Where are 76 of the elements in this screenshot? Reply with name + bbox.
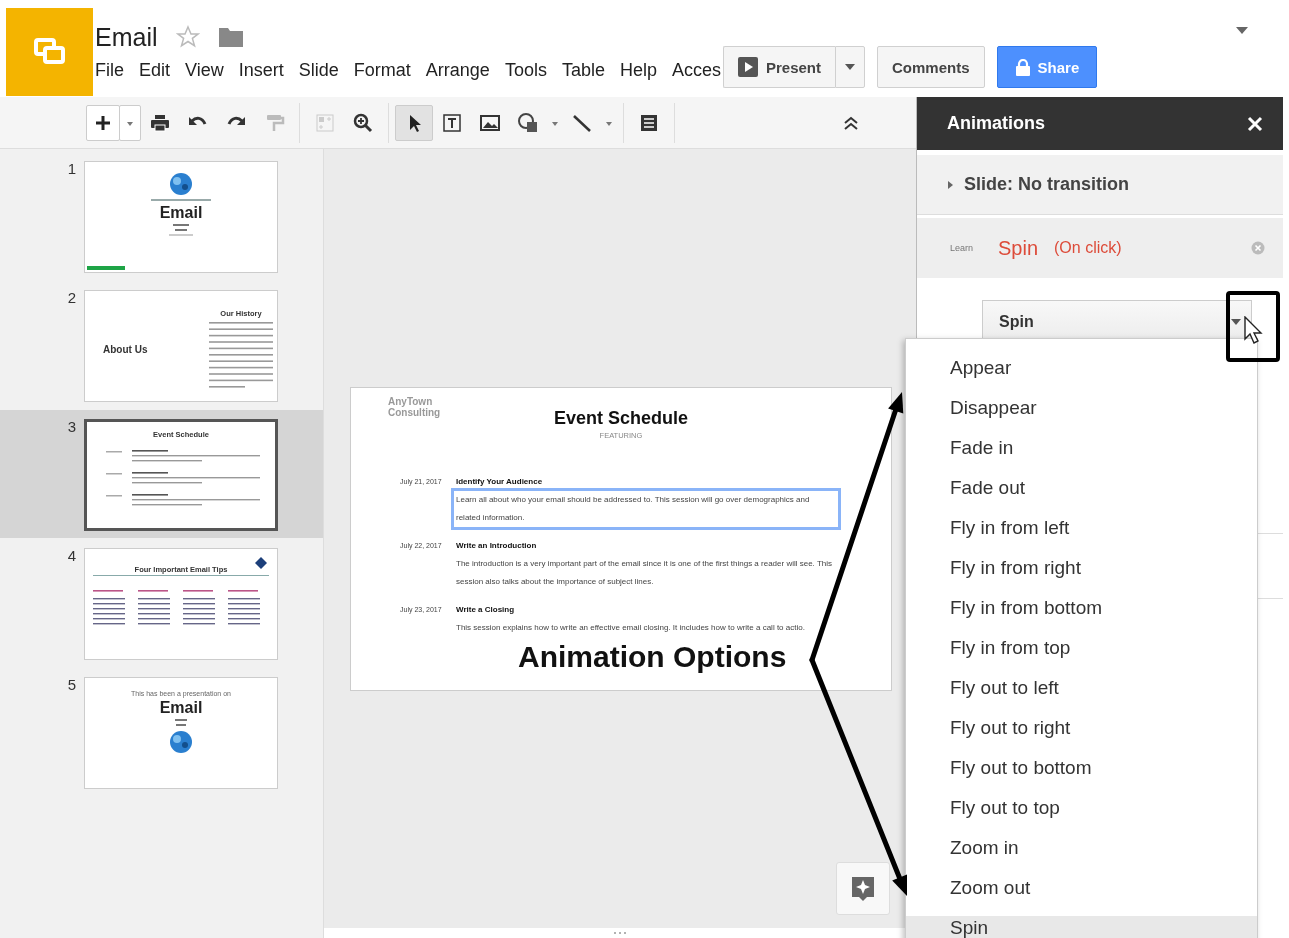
sparkle-icon — [850, 874, 876, 903]
menu-option[interactable]: Fly in from right — [906, 556, 1257, 580]
menu-item[interactable]: Tools — [504, 60, 547, 81]
slide-number: 1 — [66, 160, 78, 179]
menu-option[interactable]: Fly in from top — [906, 636, 1257, 660]
slide-title: Event Schedule — [553, 408, 688, 429]
annotation-text: Animation Options — [518, 640, 787, 674]
explore-button[interactable] — [836, 862, 890, 915]
star-icon[interactable] — [175, 25, 200, 49]
expand-arrow-icon[interactable] — [946, 179, 954, 190]
caret-icon — [1231, 318, 1241, 325]
menu-option[interactable]: Disappear — [906, 396, 1257, 420]
menu-option[interactable]: Fly out to top — [906, 796, 1257, 820]
menu-option[interactable]: Fly out to left — [906, 676, 1257, 700]
trigger-label: (On click) — [1054, 239, 1122, 257]
logo-text: AnyTown Consulting — [387, 396, 442, 420]
menu-option[interactable]: Fade out — [906, 476, 1257, 500]
slide-number: 3 — [66, 418, 78, 437]
session-description[interactable]: The introduction is a very important part of the email since it is one of the first things a reader will see. This session also talks about the importance of subject lines. — [451, 552, 841, 594]
folder-icon[interactable] — [217, 26, 244, 48]
menu-option[interactable]: Zoom in — [906, 836, 1257, 860]
lock-icon — [1015, 58, 1030, 76]
menu-option[interactable]: Zoom out — [906, 876, 1257, 900]
animation-row[interactable]: Learn Spin (On click) — [917, 218, 1283, 278]
globe-icon — [168, 172, 194, 196]
menu-item[interactable]: Slide — [298, 60, 339, 81]
effect-name: Spin — [998, 236, 1039, 260]
menu-item[interactable]: Edit — [139, 60, 171, 81]
menu-option[interactable]: Fly in from bottom — [906, 596, 1257, 620]
menu-item[interactable]: Acces — [671, 60, 721, 81]
object-name: Learn — [950, 243, 975, 253]
panel-title: Animations — [947, 113, 1045, 134]
text-lines-drawing — [169, 223, 193, 237]
diamond-icon — [255, 557, 267, 569]
slide-title: Email — [159, 204, 203, 221]
selected-text-box[interactable]: Learn all about who your email should be addressed to. This session will go over demographics and related information. — [451, 488, 841, 530]
session-title: Write a Closing — [456, 604, 516, 616]
menu-option[interactable]: Appear — [906, 356, 1257, 380]
menu-item[interactable]: Arrange — [425, 60, 490, 81]
menu-item[interactable]: View — [185, 60, 224, 81]
slide-number: 4 — [66, 547, 78, 566]
present-button[interactable]: Present — [723, 46, 836, 88]
menu-item[interactable]: File — [95, 60, 124, 81]
comments-button[interactable]: Comments — [877, 46, 985, 88]
slide-title: About Us — [103, 343, 148, 355]
slide-number: 5 — [66, 676, 78, 695]
slide-canvas[interactable] — [350, 387, 892, 691]
transition-label: Slide: No transition — [964, 174, 1129, 195]
menu-item[interactable]: Help — [619, 60, 657, 81]
slide-thumbnail[interactable]: Email — [84, 161, 278, 273]
menu-item[interactable]: Insert — [238, 60, 284, 81]
document-title[interactable]: Email — [95, 22, 158, 52]
slide-title: Email — [159, 699, 203, 716]
menu-option[interactable]: Fly in from left — [906, 516, 1257, 540]
plus-icon[interactable] — [86, 104, 120, 141]
menu-option[interactable]: Fly out to right — [906, 716, 1257, 740]
text-lines-drawing — [151, 198, 211, 202]
session-description[interactable]: This session explains how to write an effective email closing. It includes how to write a call to actio. — [451, 616, 841, 640]
menu-item[interactable]: Table — [561, 60, 605, 81]
play-icon — [738, 57, 758, 77]
close-icon[interactable] — [1247, 115, 1263, 132]
pointer-icon[interactable] — [395, 104, 433, 141]
session-title: Identify Your Audience — [456, 476, 544, 488]
transition-row[interactable]: Slide: No transition — [917, 155, 1283, 215]
session-title: Write an Introduction — [456, 540, 538, 552]
resize-handle-icon[interactable] — [613, 931, 627, 935]
menu-option[interactable]: Fade in — [906, 436, 1257, 460]
menu-option[interactable]: Fly out to bottom — [906, 756, 1257, 780]
text-lines-drawing — [174, 718, 188, 728]
globe-icon — [168, 730, 194, 754]
slide-number: 2 — [66, 289, 78, 308]
highlight-frame — [1226, 291, 1280, 362]
caret-icon[interactable] — [835, 46, 866, 88]
menu-item[interactable]: Format — [353, 60, 411, 81]
menu-option[interactable]: Spin — [906, 916, 1257, 938]
caret-icon[interactable] — [1236, 27, 1248, 34]
